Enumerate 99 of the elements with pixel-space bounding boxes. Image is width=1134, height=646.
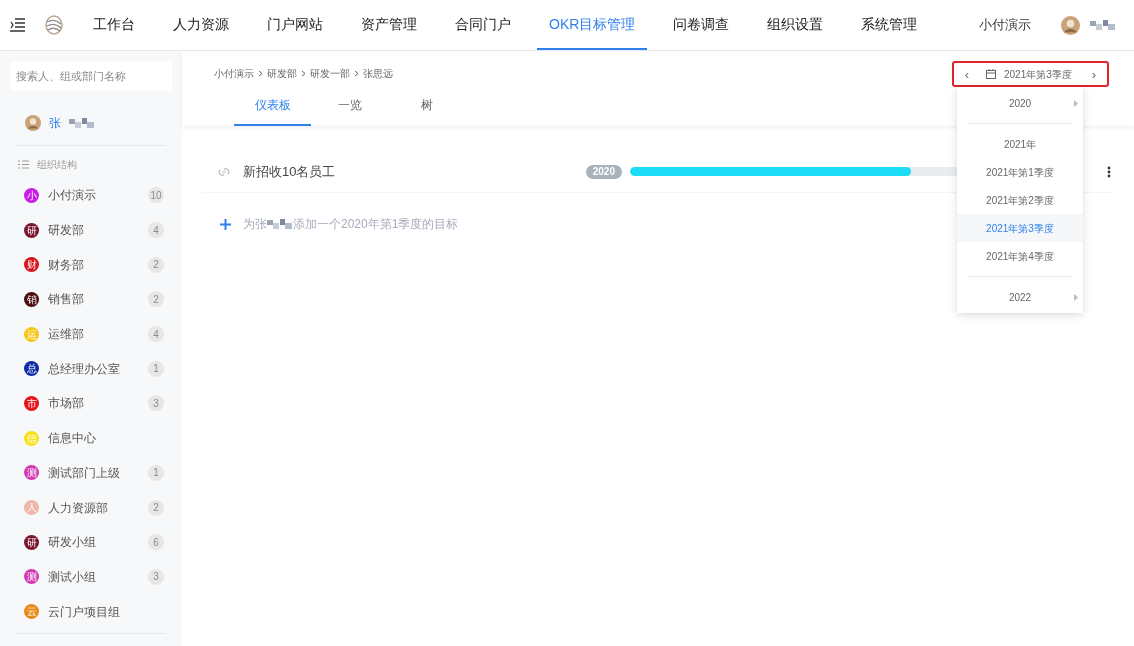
chevron-icon (258, 69, 263, 77)
link-icon (218, 165, 230, 178)
blurred-user-name (267, 218, 293, 230)
user-name[interactable]: 张 (49, 114, 61, 132)
department-name: 销售部 (48, 291, 84, 309)
department-name: 财务部 (48, 256, 84, 274)
nav-tab[interactable]: 问卷调查 (661, 0, 742, 50)
department-name: 小付演示 (48, 187, 96, 205)
department-badge: 小 (24, 187, 39, 203)
breadcrumb-link[interactable]: 研发一部 (310, 65, 350, 81)
department-badge: 云 (24, 604, 39, 620)
submenu-arrow-icon (1074, 99, 1078, 107)
org-item[interactable]: 总 总经理办公室 1 (24, 351, 164, 387)
breadcrumb-link[interactable]: 研发部 (267, 65, 297, 81)
avatar-icon (1061, 15, 1080, 35)
org-item[interactable]: 销 销售部 2 (24, 282, 164, 317)
nav-tab[interactable]: 门户网站 (255, 0, 335, 50)
org-item[interactable]: 市 市场部 3 (24, 386, 164, 421)
section-title: 组织结构 (37, 158, 77, 172)
objective-title[interactable]: 新招收10名员工 (243, 161, 336, 182)
org-item[interactable]: 云 云门户项目组 (24, 594, 164, 629)
org-name: 小付演示 (979, 16, 1031, 35)
department-badge: 研 (24, 534, 39, 550)
department-badge: 财 (24, 257, 39, 273)
org-item[interactable]: 运 运维部 4 (24, 316, 164, 352)
member-count: 2 (148, 291, 164, 308)
search-field[interactable]: 搜索人、组或部门名称 (10, 61, 172, 91)
department-badge: 总 (24, 361, 39, 377)
org-item[interactable]: 财 财务部 2 (24, 247, 164, 283)
period-value: 2021年第3季度 (1004, 67, 1072, 82)
department-name: 测试部门上级 (48, 464, 120, 482)
department-name: 市场部 (48, 395, 84, 413)
member-count: 3 (148, 568, 164, 585)
member-count: 1 (148, 360, 164, 377)
previous-button[interactable]: ‹ (960, 65, 974, 83)
department-name: 研发部 (48, 222, 84, 240)
list-icon (18, 160, 29, 169)
period-option[interactable]: 2021年第1季度 (957, 158, 1083, 186)
period-picker[interactable]: ‹ 2021年第3季度 › (952, 61, 1109, 87)
member-count: 4 (148, 326, 164, 343)
submenu-arrow-icon (1074, 293, 1078, 301)
department-badge: 运 (24, 326, 39, 342)
member-count: 1 (148, 464, 164, 481)
org-item[interactable]: 测 测试小组 3 (24, 559, 164, 595)
department-name: 总经理办公室 (48, 360, 120, 378)
department-badge: 测 (24, 569, 39, 585)
org-item[interactable]: 研 研发小组 6 (24, 524, 164, 560)
member-count: 3 (148, 395, 164, 412)
nav-tab[interactable]: 资产管理 (349, 0, 429, 50)
department-name: 运维部 (48, 326, 84, 344)
member-count: 4 (148, 222, 164, 239)
nav-tab[interactable]: 合同门户 (443, 0, 523, 50)
period-option[interactable]: 2021年 (957, 130, 1083, 158)
avatar-icon (25, 115, 41, 131)
department-badge: 信 (24, 430, 39, 446)
chevron-icon (354, 69, 359, 77)
period-option[interactable]: 2022 (957, 283, 1083, 311)
member-count: 2 (148, 256, 164, 273)
department-badge: 人 (24, 500, 39, 516)
logo-icon (44, 15, 64, 35)
period-option[interactable]: 2021年第3季度 (957, 214, 1083, 242)
view-tab[interactable]: 树 (388, 95, 465, 126)
chevron-icon (301, 69, 306, 77)
member-count: 2 (148, 499, 164, 516)
nav-tab[interactable]: 工作台 (81, 0, 147, 50)
department-name: 信息中心 (48, 430, 96, 448)
nav-tab[interactable]: 系统管理 (849, 0, 930, 50)
nav-tab[interactable]: 组织设置 (755, 0, 836, 50)
department-badge: 销 (24, 291, 39, 307)
blurred-user-name (1090, 19, 1116, 31)
org-item[interactable]: 人 人力资源部 2 (24, 490, 164, 525)
period-option[interactable]: 2021年第2季度 (957, 186, 1083, 214)
department-name: 测试小组 (48, 568, 96, 586)
member-count: 6 (148, 534, 164, 551)
period-option[interactable]: 2020 (957, 89, 1083, 117)
org-item[interactable]: 研 研发部 4 (24, 212, 164, 248)
period-option[interactable]: 2021年第4季度 (957, 242, 1083, 270)
breadcrumb-link[interactable]: 小付演示 (214, 65, 254, 81)
department-name: 人力资源部 (48, 499, 108, 517)
more-icon[interactable] (1107, 165, 1111, 178)
department-name: 研发小组 (48, 534, 96, 552)
nav-tab[interactable]: 人力资源 (161, 0, 241, 50)
member-count: 10 (148, 187, 164, 204)
view-tab[interactable]: 仪表板 (234, 95, 311, 126)
breadcrumb-link[interactable]: 张思远 (363, 65, 393, 81)
view-tab[interactable]: 一览 (311, 95, 388, 126)
org-item[interactable]: 小 小付演示 10 (24, 178, 164, 213)
blurred-user-name (69, 117, 95, 129)
department-name: 云门户项目组 (48, 603, 120, 621)
org-item[interactable]: 信 信息中心 (24, 420, 164, 456)
department-badge: 研 (24, 222, 39, 238)
plus-icon[interactable] (220, 218, 231, 230)
calendar-icon (986, 69, 996, 79)
menu-icon[interactable] (10, 18, 26, 32)
year-tag: 2020 (585, 164, 622, 179)
department-badge: 测 (24, 465, 39, 481)
org-item[interactable]: 测 测试部门上级 1 (24, 455, 164, 491)
next-button[interactable]: › (1087, 65, 1101, 83)
department-badge: 市 (24, 395, 39, 411)
